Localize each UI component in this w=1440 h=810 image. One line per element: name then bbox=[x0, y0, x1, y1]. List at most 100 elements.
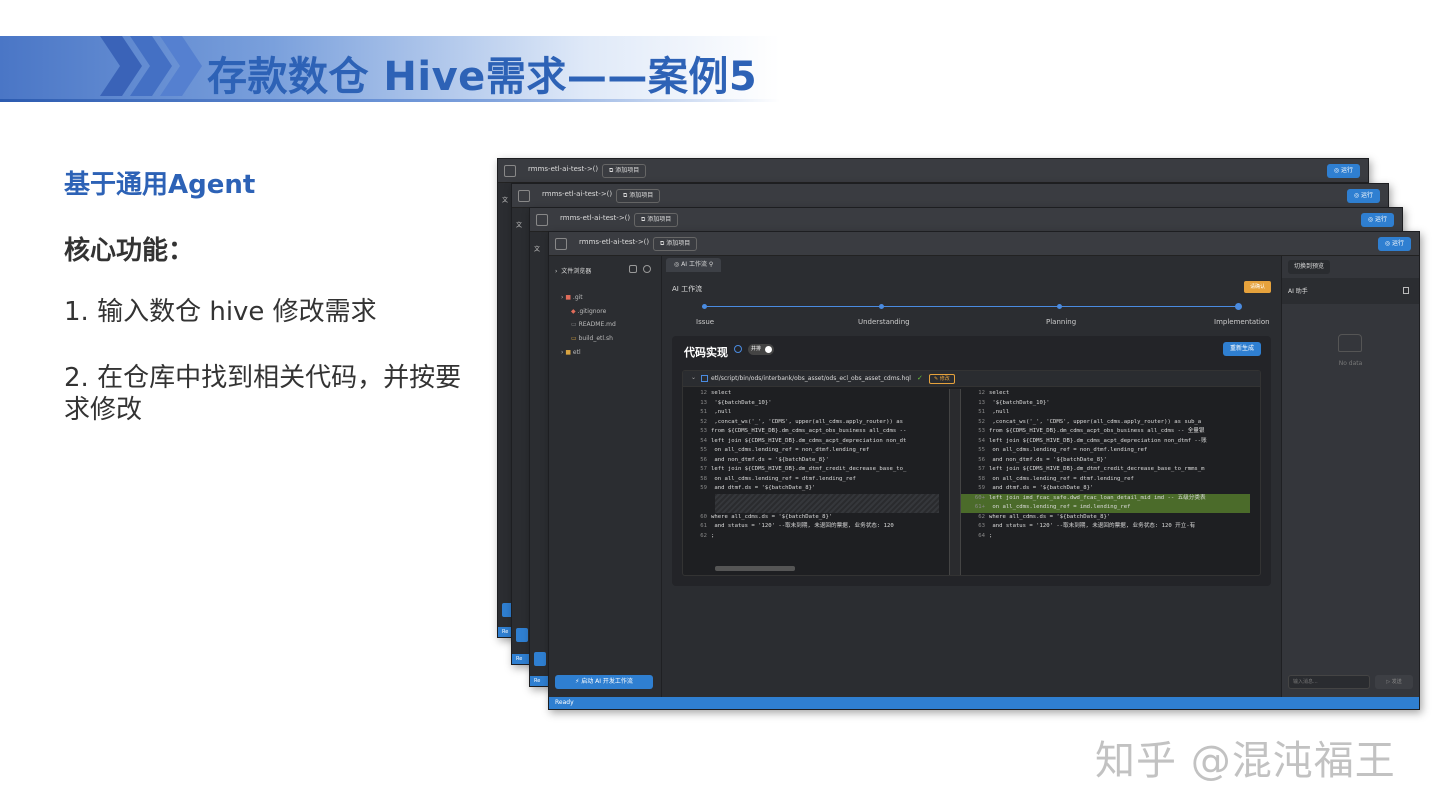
add-project-button[interactable]: ⧉ 添加项目 bbox=[634, 213, 679, 227]
diff-file-header[interactable]: ⌄ etl/script/bin/ods/interbank/obs_asset… bbox=[683, 371, 1260, 387]
code-line: 12 select bbox=[961, 389, 1250, 399]
code-implementation-card: 代码实现 并排 重新生成 ⌄ etl/script/bin/ods/interb… bbox=[672, 336, 1271, 586]
step-planning[interactable]: Planning bbox=[1046, 318, 1076, 326]
tree-item-gitignore[interactable]: ◆ .gitignore bbox=[571, 308, 606, 315]
step-dot-implementation bbox=[1235, 303, 1242, 310]
run-button[interactable]: ◎ 运行 bbox=[1377, 237, 1411, 251]
code-line: 52 ,concat_ws('_', 'CDMS', upper(all_cdm… bbox=[961, 418, 1250, 428]
diff-viewer: ⌄ etl/script/bin/ods/interbank/obs_asset… bbox=[682, 370, 1261, 576]
code-line: 60 where all_cdms.ds = '${batchDate_8}' bbox=[683, 513, 949, 523]
step-implementation[interactable]: Implementation bbox=[1214, 318, 1270, 326]
feature-item-2: 2. 在仓库中找到相关代码，并按要求修改 bbox=[64, 363, 462, 425]
line-number: 63 bbox=[978, 523, 985, 529]
side-by-side-toggle[interactable]: 并排 bbox=[748, 344, 774, 355]
code-text: and dtmf.ds = '${batchDate_8}' bbox=[711, 485, 816, 491]
code-line: 64; bbox=[961, 532, 1250, 542]
line-number: 13 bbox=[700, 399, 707, 406]
code-line: 13 '${batchDate_10}' bbox=[683, 399, 949, 409]
confirm-button[interactable]: 请确认 bbox=[1243, 281, 1271, 293]
chevron-down-icon[interactable]: ⌄ bbox=[691, 374, 696, 381]
code-text: on all_cdms.lending_ref = dtmf.lending_r… bbox=[711, 475, 856, 482]
line-number: 58 bbox=[700, 475, 707, 482]
workflow-progress-line bbox=[702, 306, 1241, 307]
code-line: 57 left join ${CDMS_HIVE_DB}.dm_dtmf_cred… bbox=[961, 465, 1250, 475]
code-text: ,null bbox=[989, 409, 1010, 415]
code-text: and non_dtmf.ds = '${batchDate_8}' bbox=[711, 456, 829, 463]
empty-inbox-icon bbox=[1338, 334, 1362, 352]
code-implementation-title: 代码实现 bbox=[684, 346, 728, 359]
line-number: 53 bbox=[978, 428, 985, 434]
code-text: and dtmf.ds = '${batchDate_8}' bbox=[989, 485, 1094, 491]
code-line: 60+ left join imd_fcac_safe.dwd_fcac_loan… bbox=[961, 493, 1250, 503]
tree-item-etl[interactable]: › ■ etl bbox=[561, 349, 581, 356]
new-file-icon[interactable] bbox=[629, 265, 637, 273]
line-number: 51 bbox=[700, 409, 707, 415]
step-dot-issue bbox=[702, 304, 707, 309]
file-icon bbox=[701, 375, 708, 382]
line-number: 62 bbox=[978, 513, 985, 520]
code-line: 51 ,null bbox=[683, 408, 949, 418]
run-button[interactable]: ◎ 运行 bbox=[1326, 164, 1360, 178]
ai-assistant-panel: 切换到预览 AI 助手 No data 输入消息... ▷ 发送 bbox=[1281, 256, 1419, 697]
send-button[interactable]: ▷ 发送 bbox=[1375, 675, 1413, 689]
add-project-button[interactable]: ⧉ 添加项目 bbox=[616, 189, 661, 203]
run-button[interactable]: ◎ 运行 bbox=[1346, 189, 1380, 203]
step-understanding[interactable]: Understanding bbox=[858, 318, 910, 326]
code-text: select bbox=[711, 390, 732, 396]
switch-preview-button[interactable]: 切换到预览 bbox=[1288, 260, 1331, 274]
start-button-stub[interactable] bbox=[534, 652, 546, 666]
code-text: from ${CDMS_HIVE_DB}.dm_cdms_acpt_obs_bu… bbox=[989, 428, 1205, 434]
code-text: left join ${CDMS_HIVE_DB}.dm_cdms_acpt_d… bbox=[989, 437, 1207, 444]
window-title: rmms-etl-ai-test->() bbox=[560, 214, 631, 222]
code-line: 58 on all_cdms.lending_ref = dtmf.lendin… bbox=[961, 475, 1250, 485]
line-number: 59 bbox=[700, 485, 707, 491]
run-button[interactable]: ◎ 运行 bbox=[1360, 213, 1394, 227]
step-dot-understanding bbox=[879, 304, 884, 309]
modified-badge: ✎ 修改 bbox=[929, 374, 955, 384]
line-number: 58 bbox=[978, 475, 985, 482]
regenerate-button[interactable]: 重新生成 bbox=[1222, 342, 1261, 356]
message-input[interactable]: 输入消息... bbox=[1288, 675, 1370, 689]
sidebar-stub: 文 bbox=[516, 222, 523, 229]
diff-divider[interactable] bbox=[949, 389, 961, 575]
line-number: 57 bbox=[700, 466, 707, 472]
horizontal-scrollbar[interactable] bbox=[715, 566, 795, 571]
code-line: 62; bbox=[683, 532, 949, 542]
diff-modified-pane[interactable]: 12 select 13 '${batchDate_10}' 51 ,null 52 ,… bbox=[961, 389, 1250, 571]
file-browser-sidebar: › 文件浏览器 › ■ .git ◆ .gitignore ▭ README.m… bbox=[549, 256, 662, 697]
line-number: 12 bbox=[700, 390, 707, 396]
line-number: 54 bbox=[700, 437, 707, 444]
code-text: on all_cdms.lending_ref = non_dtmf.lendi… bbox=[711, 447, 870, 453]
menu-icon[interactable] bbox=[555, 238, 567, 250]
line-number: 56 bbox=[700, 456, 707, 463]
tree-item-build-script[interactable]: ▭ build_etl.sh bbox=[571, 335, 613, 342]
chevron-arrows-icon bbox=[100, 36, 202, 96]
menu-icon[interactable] bbox=[536, 214, 548, 226]
line-number: 56 bbox=[978, 456, 985, 463]
code-line: 53 from ${CDMS_HIVE_DB}.dm_cdms_acpt_obs_… bbox=[961, 427, 1250, 437]
step-dot-planning bbox=[1057, 304, 1062, 309]
start-ai-workflow-button[interactable]: ⚡ 启动 AI 开发工作流 bbox=[555, 675, 653, 689]
code-line: 58 on all_cdms.lending_ref = dtmf.lendin… bbox=[683, 475, 949, 485]
code-line: 61 and status = '120' --取未到期, 未退回的票据, 业务… bbox=[683, 522, 949, 532]
add-project-button[interactable]: ⧉ 添加项目 bbox=[653, 237, 698, 251]
step-issue[interactable]: Issue bbox=[696, 318, 714, 326]
diff-original-pane[interactable]: 12 select 13 '${batchDate_10}' 51 ,null 52 ,… bbox=[683, 389, 949, 571]
menu-icon[interactable] bbox=[504, 165, 516, 177]
code-line: 52 ,concat_ws('_', 'CDMS', upper(all_cdm… bbox=[683, 418, 949, 428]
subtitle: 基于通用Agent bbox=[64, 170, 256, 200]
tab-ai-workflow[interactable]: ◎ AI 工作流 ⚲ bbox=[666, 258, 722, 272]
code-line: 12 select bbox=[683, 389, 949, 399]
trash-icon[interactable] bbox=[1403, 287, 1409, 294]
code-text: left join ${CDMS_HIVE_DB}.dm_cdms_acpt_d… bbox=[711, 437, 907, 444]
tree-item-git[interactable]: › ■ .git bbox=[561, 294, 583, 301]
info-icon[interactable] bbox=[734, 345, 742, 353]
start-button-stub[interactable] bbox=[516, 628, 528, 642]
refresh-icon[interactable] bbox=[643, 265, 651, 273]
tree-item-readme[interactable]: ▭ README.md bbox=[571, 321, 616, 328]
line-number: 64 bbox=[978, 532, 985, 539]
code-line: 56 and non_dtmf.ds = '${batchDate_8}' bbox=[683, 456, 949, 466]
window-title: rmms-etl-ai-test->() bbox=[542, 190, 613, 198]
menu-icon[interactable] bbox=[518, 190, 530, 202]
add-project-button[interactable]: ⧉ 添加项目 bbox=[602, 164, 647, 178]
